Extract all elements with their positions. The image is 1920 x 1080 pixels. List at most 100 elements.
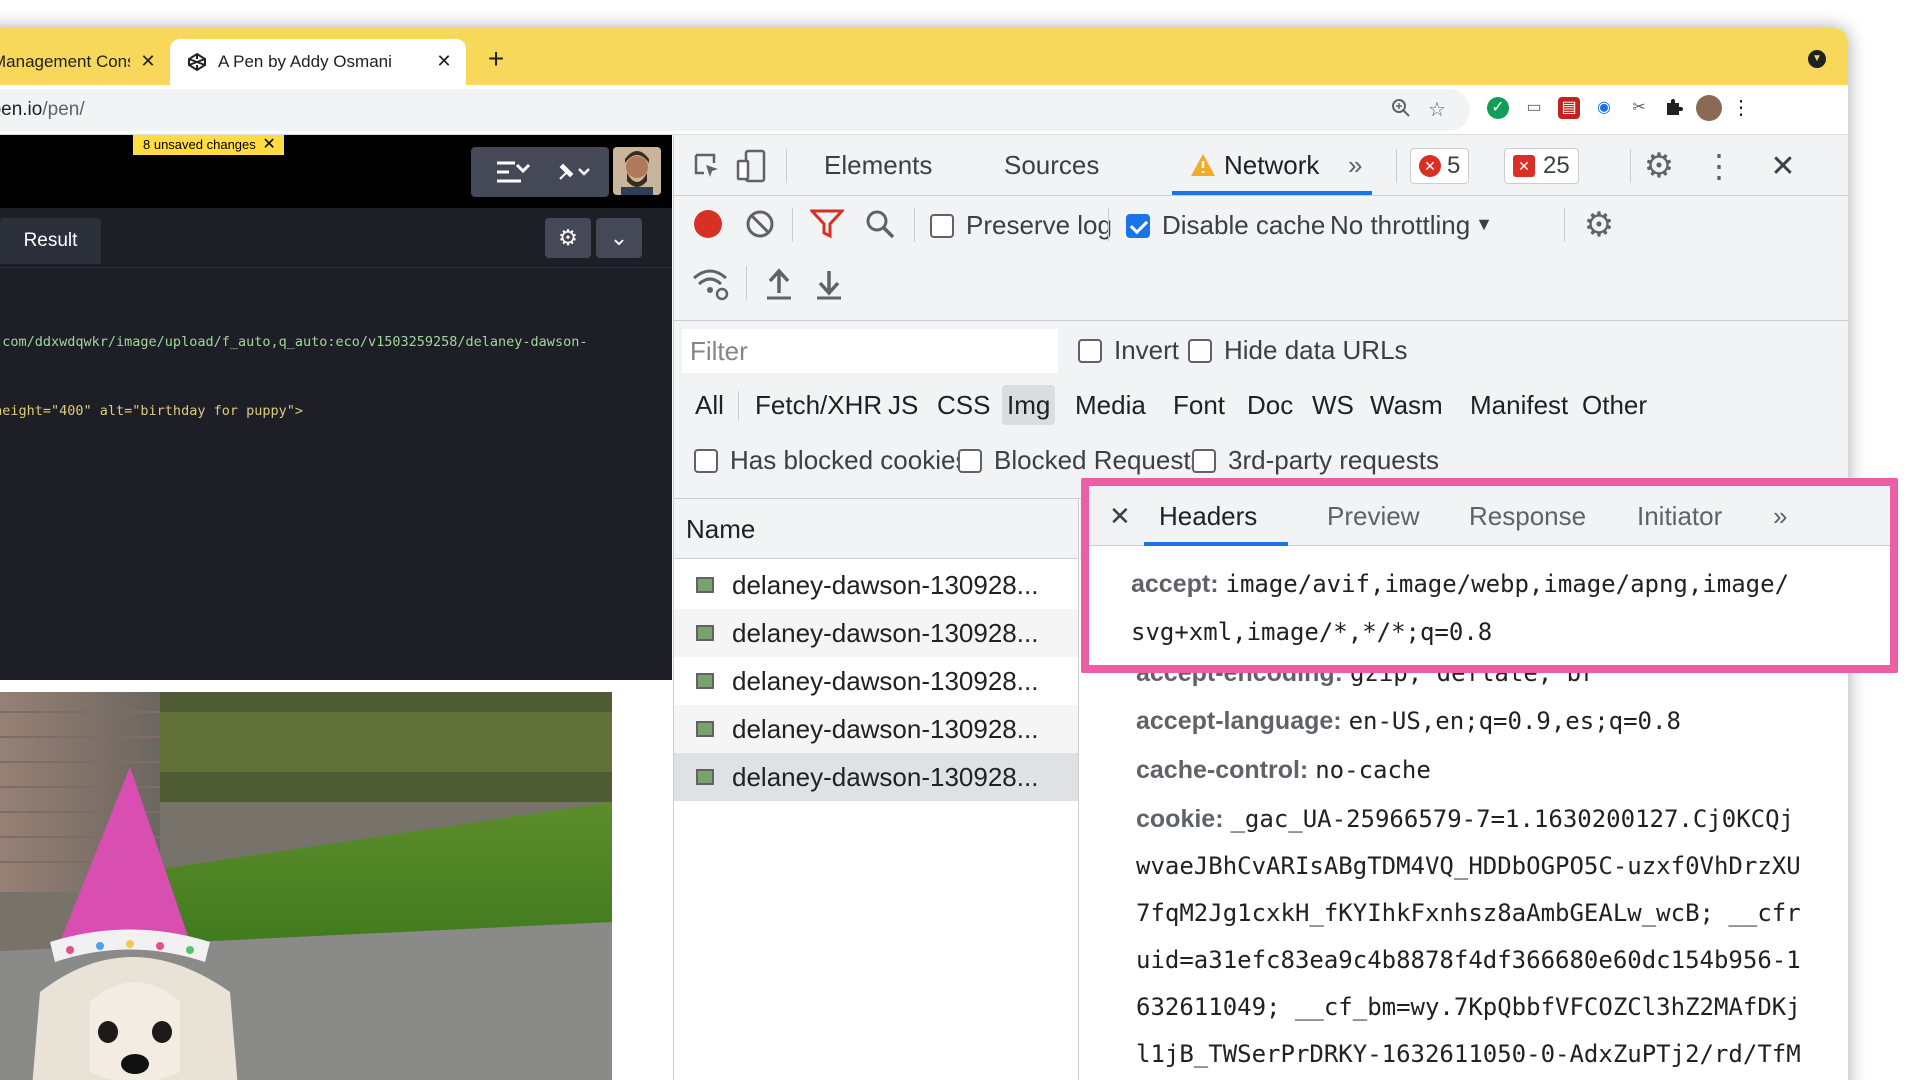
import-har-icon[interactable] xyxy=(762,266,796,302)
tab-management-console[interactable]: Management Conso ✕ xyxy=(0,39,170,85)
hide-data-urls-label: Hide data URLs xyxy=(1224,335,1408,365)
unsaved-changes-badge[interactable]: 8 unsaved changes ✕ xyxy=(133,135,284,155)
tab-close-icon[interactable]: ✕ xyxy=(434,51,454,71)
highlight-box xyxy=(1081,478,1898,673)
type-filter-other[interactable]: Other xyxy=(1577,385,1652,425)
zoom-icon[interactable] xyxy=(1388,97,1414,123)
extensions-icon[interactable] xyxy=(1663,97,1685,119)
device-toggle-icon[interactable] xyxy=(734,149,768,183)
header-value-continuation: 632611049; __cf_bm=wy.7KpQbbfVFCOZCl3hZ2… xyxy=(1136,993,1801,1021)
hide-data-urls-checkbox[interactable] xyxy=(1188,339,1212,363)
kebab-menu-icon[interactable]: ⋮ xyxy=(1700,147,1738,185)
request-name: delaney-dawson-130928... xyxy=(732,714,1039,744)
issue-count: 25 xyxy=(1543,152,1570,179)
result-panel-bar: Result ⚙ ⌄ xyxy=(0,208,672,268)
request-row[interactable]: delaney-dawson-130928... xyxy=(674,609,1078,657)
tab-elements[interactable]: Elements xyxy=(824,135,932,196)
new-tab-button[interactable]: + xyxy=(480,42,512,76)
extension-green-icon[interactable]: ✓ xyxy=(1487,97,1509,119)
pen-favicon xyxy=(186,51,208,73)
tab-sources[interactable]: Sources xyxy=(1004,135,1099,196)
address-bar[interactable]: epen.io/pen/ ☆ xyxy=(0,89,1470,131)
type-filter-fetch-xhr[interactable]: Fetch/XHR xyxy=(750,385,887,425)
type-filter-all[interactable]: All xyxy=(690,385,729,425)
network-toolbar: Preserve log Disable cache No throttling… xyxy=(674,196,1848,321)
settings-icon[interactable]: ⚙ xyxy=(1640,147,1678,185)
screenshot-stage: Management Conso ✕ A Pen by Addy Osmani … xyxy=(0,0,1920,1080)
tab-title: Management Conso xyxy=(0,52,130,71)
more-tabs-button[interactable]: » xyxy=(1348,135,1362,196)
close-icon[interactable]: ✕ xyxy=(262,135,275,155)
preserve-log-checkbox[interactable] xyxy=(930,214,954,238)
tab-search-icon[interactable]: ▼ xyxy=(1808,50,1826,68)
third-party-requests-checkbox[interactable] xyxy=(1192,449,1216,473)
type-filter-doc[interactable]: Doc xyxy=(1242,385,1298,425)
request-name: delaney-dawson-130928... xyxy=(732,618,1039,648)
type-filter-css[interactable]: CSS xyxy=(932,385,995,425)
toolbar-divider xyxy=(914,208,915,242)
issues-counter[interactable]: ✕ 25 xyxy=(1504,148,1579,184)
extension-red-icon[interactable]: ▤ xyxy=(1558,97,1580,119)
toolbar-divider xyxy=(746,266,747,300)
preserve-log-label: Preserve log xyxy=(966,210,1112,240)
toolbar-divider xyxy=(792,208,793,242)
name-column-header[interactable]: Name xyxy=(674,499,1078,559)
throttling-select[interactable]: No throttling xyxy=(1330,210,1470,241)
gear-icon[interactable]: ⚙ xyxy=(545,218,591,258)
star-icon[interactable]: ☆ xyxy=(1424,97,1450,123)
cast-icon[interactable]: ▭ xyxy=(1523,97,1545,119)
request-row[interactable]: delaney-dawson-130928... xyxy=(674,705,1078,753)
type-filter-ws[interactable]: WS xyxy=(1307,385,1359,425)
type-filter-js[interactable]: JS xyxy=(883,385,923,425)
export-har-icon[interactable] xyxy=(812,266,846,302)
inspect-icon[interactable] xyxy=(690,149,724,183)
search-icon[interactable] xyxy=(864,208,896,240)
error-count: 5 xyxy=(1447,152,1461,179)
toolbar-divider xyxy=(786,149,787,183)
header-key: cookie: xyxy=(1136,805,1224,833)
request-row[interactable]: delaney-dawson-130928... xyxy=(674,657,1078,705)
filter-input[interactable] xyxy=(682,329,1058,373)
tab-close-icon[interactable]: ✕ xyxy=(138,51,158,71)
header-value-continuation: l1jB_TWSerPrDRKY-1632611050-0-AdxZuPTj2/… xyxy=(1136,1040,1801,1068)
type-filter-manifest[interactable]: Manifest xyxy=(1465,385,1573,425)
tab-network[interactable]: Network xyxy=(1224,135,1319,196)
chevron-down-icon[interactable]: ⌄ xyxy=(596,218,642,258)
invert-checkbox[interactable] xyxy=(1078,339,1102,363)
has-blocked-cookies-checkbox[interactable] xyxy=(694,449,718,473)
toolbar-divider xyxy=(1564,208,1565,242)
blocked-requests-checkbox[interactable] xyxy=(958,449,982,473)
tab-result[interactable]: Result xyxy=(0,218,101,264)
extension-blue-icon[interactable]: ◉ xyxy=(1593,97,1615,119)
profile-avatar[interactable] xyxy=(1696,95,1722,121)
clear-icon[interactable] xyxy=(744,208,776,240)
error-counter[interactable]: ✕ 5 xyxy=(1410,148,1470,184)
url-host: epen.io xyxy=(0,99,43,120)
image-file-icon xyxy=(696,625,714,641)
tab-strip: Management Conso ✕ A Pen by Addy Osmani … xyxy=(0,28,1848,85)
type-filter-wasm[interactable]: Wasm xyxy=(1365,385,1448,425)
network-settings-icon[interactable]: ⚙ xyxy=(1580,206,1618,244)
scissors-icon[interactable]: ✂ xyxy=(1628,97,1650,119)
header-cookie: cookie: _gac_UA-25966579-7=1.1630200127.… xyxy=(1136,795,1794,843)
tab-a-pen[interactable]: A Pen by Addy Osmani ✕ xyxy=(170,39,466,85)
code-editor[interactable]: y.com/ddxwdqwkr/image/upload/f_auto,q_au… xyxy=(0,285,587,469)
avatar[interactable] xyxy=(613,147,661,195)
browser-toolbar: epen.io/pen/ ☆ ✓ ▭ ▤ ◉ ✂ ⋮ xyxy=(0,85,1848,135)
record-icon[interactable] xyxy=(692,208,724,240)
type-filter-media[interactable]: Media xyxy=(1070,385,1151,425)
request-list: Name delaney-dawson-130928... delaney-da… xyxy=(674,499,1079,1080)
pin-button[interactable] xyxy=(535,147,609,197)
request-row[interactable]: delaney-dawson-130928... xyxy=(674,561,1078,609)
close-devtools-icon[interactable]: ✕ xyxy=(1764,147,1802,185)
disable-cache-checkbox[interactable] xyxy=(1126,214,1150,238)
header-key: cache-control: xyxy=(1136,756,1309,784)
request-row-selected[interactable]: delaney-dawson-130928... xyxy=(674,753,1078,801)
network-conditions-icon[interactable] xyxy=(690,266,730,302)
header-value-continuation: wvaeJBhCvARIsABgTDM4VQ_HDDbOGPO5C-uzxf0V… xyxy=(1136,852,1801,880)
throttling-dropdown-icon[interactable]: ▼ xyxy=(1474,214,1494,234)
type-filter-font[interactable]: Font xyxy=(1168,385,1230,425)
type-filter-img[interactable]: Img xyxy=(1002,385,1056,425)
filter-icon[interactable] xyxy=(810,208,844,240)
kebab-menu-icon[interactable]: ⋮ xyxy=(1730,97,1752,119)
